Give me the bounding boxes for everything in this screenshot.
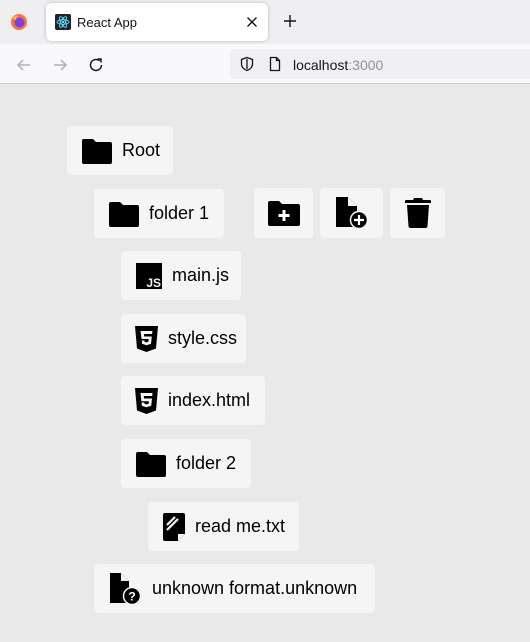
html5-icon (135, 387, 158, 414)
plus-icon[interactable] (282, 13, 298, 29)
js-icon: JS (136, 262, 162, 289)
file-plus-icon (335, 197, 368, 229)
firefox-logo-icon[interactable] (10, 13, 28, 31)
tree-node-index-html[interactable]: index.html (121, 376, 265, 425)
svg-text:?: ? (128, 589, 135, 603)
tree-node-root[interactable]: Root (67, 126, 173, 175)
forward-arrow-icon[interactable] (51, 56, 69, 74)
add-file-button[interactable] (320, 188, 383, 238)
tree-node-label: index.html (168, 390, 251, 410)
tree-node-label: unknown format.unknown (152, 578, 358, 598)
back-arrow-icon[interactable] (15, 56, 33, 74)
tree-node-label: folder 2 (176, 453, 237, 473)
tree-node-folder-1[interactable]: folder 1 (94, 189, 224, 238)
close-icon[interactable] (244, 14, 260, 30)
url-port: :3000 (348, 57, 384, 73)
url-host: localhost (293, 57, 349, 73)
tree-node-unknown-format[interactable]: ? unknown format.unknown (94, 564, 375, 613)
tab-bar: React App (0, 0, 530, 44)
tree-node-read-me-txt[interactable]: read me.txt (148, 502, 299, 551)
text-file-icon (163, 512, 185, 541)
url-text[interactable]: localhost:3000 (293, 57, 383, 73)
trash-icon (404, 198, 431, 228)
tree-node-folder-2[interactable]: folder 2 (121, 439, 251, 488)
browser-tab[interactable]: React App (46, 3, 268, 41)
page-icon[interactable] (267, 56, 283, 72)
navigation-bar: localhost:3000 (0, 44, 530, 84)
tree-node-label: read me.txt (195, 516, 286, 536)
svg-text:JS: JS (146, 276, 161, 289)
css3-icon (135, 325, 158, 352)
react-favicon-icon (55, 14, 71, 30)
tree-node-label: main.js (172, 265, 230, 285)
add-folder-button[interactable] (254, 188, 313, 238)
file-question-icon: ? (108, 572, 142, 605)
folder-icon (82, 138, 112, 164)
folder-icon (136, 451, 166, 477)
delete-button[interactable] (390, 188, 445, 238)
reload-icon[interactable] (87, 56, 105, 74)
shield-icon[interactable] (239, 56, 255, 72)
tree-node-label: folder 1 (149, 203, 210, 223)
url-bar[interactable]: localhost:3000 (230, 49, 530, 79)
tree-node-style-css[interactable]: style.css (121, 314, 246, 363)
tab-title: React App (77, 15, 137, 30)
folder-icon (109, 201, 139, 227)
tree-node-main-js[interactable]: JS main.js (121, 251, 241, 300)
folder-plus-icon (267, 201, 300, 226)
tree-node-label: style.css (168, 328, 238, 348)
tree-node-label: Root (122, 140, 161, 160)
